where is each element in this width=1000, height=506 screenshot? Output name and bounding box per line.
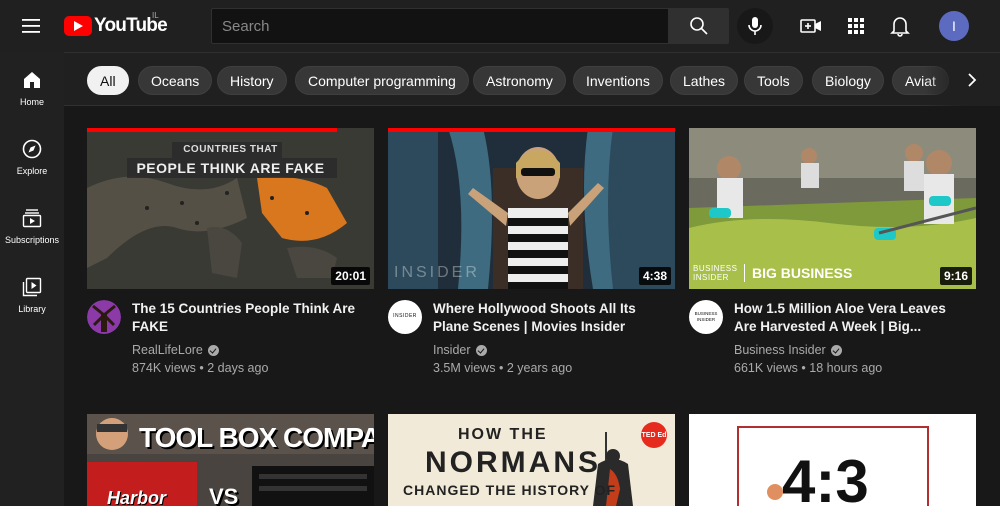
thumbnail-figure xyxy=(767,484,783,500)
video-thumbnail[interactable]: TOOL BOX COMPARE Harbor VS xyxy=(87,414,374,506)
channel-name[interactable]: Insider xyxy=(433,343,487,357)
sidebar-item-library[interactable]: Library xyxy=(0,259,64,325)
subscriptions-icon xyxy=(22,209,42,228)
library-icon xyxy=(22,277,42,297)
thumbnail-text: NORMANS xyxy=(425,446,601,479)
watch-progress-bar xyxy=(388,128,675,132)
chip-lathes[interactable]: Lathes xyxy=(670,66,739,95)
account-avatar[interactable]: I xyxy=(939,11,969,41)
sidebar-item-home[interactable]: Home xyxy=(0,52,64,118)
video-thumbnail[interactable]: HOW THE NORMANS CHANGED THE HISTORY OF T… xyxy=(388,414,675,506)
thumbnail-text: COUNTRIES THAT xyxy=(183,144,278,155)
chips-next-button[interactable] xyxy=(958,66,986,94)
thumbnail-text: 4:3 xyxy=(782,448,869,506)
watch-progress-bar xyxy=(87,128,337,132)
video-card: BUSINESS INSIDER BIG BUSINESS 9:16 BUSIN… xyxy=(689,128,976,378)
thumbnail-divider xyxy=(744,264,745,282)
channel-avatar[interactable]: INSIDER xyxy=(388,300,422,334)
notifications-button[interactable] xyxy=(888,14,912,38)
video-metadata: 874K views • 2 days ago xyxy=(132,361,269,375)
ted-ed-badge: TED Ed xyxy=(641,422,667,448)
country-code: IL xyxy=(152,11,159,20)
video-add-icon xyxy=(800,19,821,33)
channel-avatar[interactable]: BUSINESS INSIDER xyxy=(689,300,723,334)
chip-astronomy[interactable]: Astronomy xyxy=(473,66,566,95)
video-thumbnail[interactable]: BUSINESS INSIDER BIG BUSINESS 9:16 xyxy=(689,128,976,289)
search-button[interactable] xyxy=(669,8,729,44)
top-bar: YouTube IL I xyxy=(0,0,1000,52)
video-duration: 20:01 xyxy=(331,267,370,285)
thumbnail-text: BIG BUSINESS xyxy=(752,265,853,281)
chevron-right-icon xyxy=(968,73,977,87)
thumbnail-watermark: INSIDER xyxy=(394,264,480,281)
channel-name[interactable]: Business Insider xyxy=(734,343,842,357)
chip-tools[interactable]: Tools xyxy=(744,66,803,95)
thumbnail-brand: BUSINESS INSIDER xyxy=(693,264,738,282)
thumbnail-text: CHANGED THE HISTORY OF xyxy=(403,482,617,498)
thumbnail-text: TOOL BOX COMPARE xyxy=(139,422,374,453)
sidebar-item-subscriptions[interactable]: Subscriptions xyxy=(0,190,64,256)
verified-icon xyxy=(830,344,842,356)
sidebar-item-label: Explore xyxy=(16,166,48,176)
chip-inventions[interactable]: Inventions xyxy=(573,66,663,95)
chip-history[interactable]: History xyxy=(217,66,287,95)
video-title[interactable]: How 1.5 Million Aloe Vera Leaves Are Har… xyxy=(734,300,969,336)
thumbnail-text: VS xyxy=(209,484,239,506)
sidebar-item-label: Library xyxy=(18,304,46,314)
compass-icon xyxy=(22,139,42,159)
video-card: TOOL BOX COMPARE Harbor VS xyxy=(87,414,374,506)
video-duration: 4:38 xyxy=(638,267,671,285)
mini-guide: Home Explore Subscriptions Library xyxy=(0,52,64,506)
video-title[interactable]: The 15 Countries People Think Are FAKE xyxy=(132,300,367,336)
search-input[interactable] xyxy=(211,8,669,44)
chip-computer-programming[interactable]: Computer programming xyxy=(295,66,469,95)
sidebar-item-label: Subscriptions xyxy=(4,235,60,245)
video-duration: 9:16 xyxy=(939,267,972,285)
thumbnail-text: HOW THE xyxy=(458,426,548,443)
video-title[interactable]: Where Hollywood Shoots All Its Plane Sce… xyxy=(433,300,668,336)
youtube-logo[interactable]: YouTube IL xyxy=(64,11,168,38)
menu-icon[interactable] xyxy=(20,15,42,37)
channel-avatar[interactable] xyxy=(87,300,121,334)
verified-icon xyxy=(207,344,219,356)
youtube-play-icon xyxy=(64,16,92,36)
verified-icon xyxy=(475,344,487,356)
search-icon xyxy=(690,17,708,35)
video-metadata: 661K views • 18 hours ago xyxy=(734,361,883,375)
sidebar-item-label: Home xyxy=(19,97,44,107)
microphone-icon xyxy=(748,17,762,35)
thumbnail-text: Harbor xyxy=(107,488,167,506)
chip-biology[interactable]: Biology xyxy=(812,66,884,95)
video-card: 4:3 xyxy=(689,414,976,506)
sidebar-item-explore[interactable]: Explore xyxy=(0,121,64,187)
apps-button[interactable] xyxy=(844,14,868,38)
chip-bar: All Oceans History Computer programming … xyxy=(64,52,1000,106)
channel-name[interactable]: RealLifeLore xyxy=(132,343,219,357)
video-card: INSIDER 4:38 INSIDER Where Hollywood Sho… xyxy=(388,128,675,378)
chip-oceans[interactable]: Oceans xyxy=(138,66,213,95)
video-thumbnail[interactable]: INSIDER 4:38 xyxy=(388,128,675,289)
create-video-button[interactable] xyxy=(799,14,823,38)
home-icon xyxy=(24,72,40,88)
video-thumbnail[interactable]: COUNTRIES THAT PEOPLE THINK ARE FAKE 20:… xyxy=(87,128,374,289)
video-card: COUNTRIES THAT PEOPLE THINK ARE FAKE 20:… xyxy=(87,128,374,378)
bell-icon xyxy=(890,17,910,37)
voice-search-button[interactable] xyxy=(737,8,773,44)
video-metadata: 3.5M views • 2 years ago xyxy=(433,361,573,375)
chip-all[interactable]: All xyxy=(87,66,129,95)
video-card: HOW THE NORMANS CHANGED THE HISTORY OF T… xyxy=(388,414,675,506)
video-thumbnail[interactable]: 4:3 xyxy=(689,414,976,506)
apps-grid-icon xyxy=(848,18,864,34)
thumbnail-text: PEOPLE THINK ARE FAKE xyxy=(136,160,325,176)
